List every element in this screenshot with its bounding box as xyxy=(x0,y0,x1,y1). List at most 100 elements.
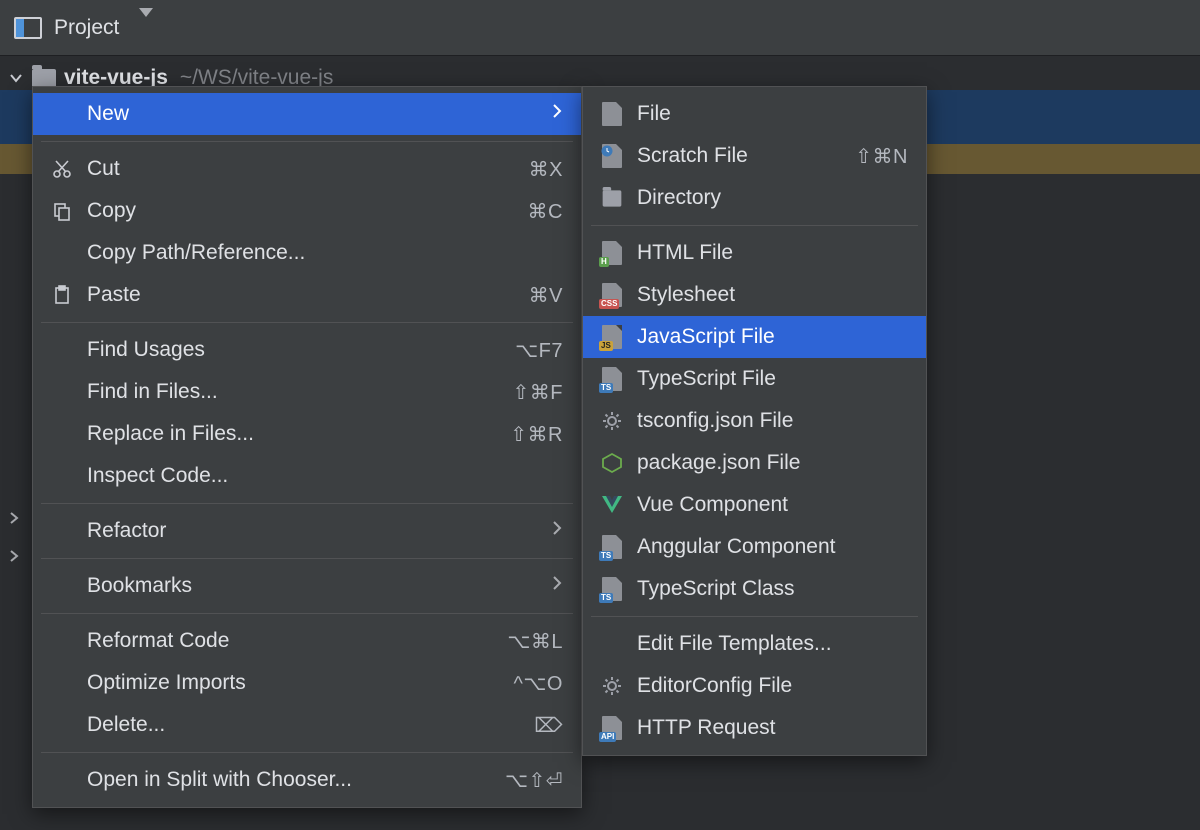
menu-label: Copy xyxy=(87,199,514,223)
project-tool-label[interactable]: Project xyxy=(54,16,119,40)
menu-item-find-usages[interactable]: Find Usages ⌥F7 xyxy=(33,329,581,371)
cut-icon xyxy=(51,158,73,180)
menu-label: Bookmarks xyxy=(87,574,537,598)
menu-label: TypeScript File xyxy=(637,367,908,391)
menu-item-inspect-code[interactable]: Inspect Code... xyxy=(33,455,581,497)
menu-label: Reformat Code xyxy=(87,629,493,653)
chevron-down-icon[interactable] xyxy=(8,70,24,86)
menu-label: Scratch File xyxy=(637,144,841,168)
menu-item-edit-templates[interactable]: Edit File Templates... xyxy=(583,623,926,665)
menu-item-new-stylesheet[interactable]: CSS Stylesheet xyxy=(583,274,926,316)
menu-item-refactor[interactable]: Refactor xyxy=(33,510,581,552)
menu-item-new-tsconfig[interactable]: tsconfig.json File xyxy=(583,400,926,442)
menu-label: EditorConfig File xyxy=(637,674,908,698)
menu-label: Edit File Templates... xyxy=(637,632,908,656)
spacer-icon xyxy=(51,520,73,542)
menu-separator xyxy=(41,322,573,323)
menu-shortcut: ⇧⌘R xyxy=(510,422,563,447)
menu-label: Vue Component xyxy=(637,493,908,517)
menu-separator xyxy=(41,752,573,753)
menu-item-new-html[interactable]: H HTML File xyxy=(583,232,926,274)
menu-label: Optimize Imports xyxy=(87,671,500,695)
menu-shortcut: ⌘X xyxy=(529,157,563,182)
menu-item-new[interactable]: New xyxy=(33,93,581,135)
gutter-fold-chevron[interactable] xyxy=(6,548,22,570)
menu-item-new-javascript[interactable]: JS JavaScript File xyxy=(583,316,926,358)
menu-separator xyxy=(591,225,918,226)
menu-label: Find Usages xyxy=(87,338,501,362)
folder-icon xyxy=(32,69,56,88)
menu-item-find-in-files[interactable]: Find in Files... ⇧⌘F xyxy=(33,371,581,413)
menu-label: Cut xyxy=(87,157,515,181)
menu-item-reformat-code[interactable]: Reformat Code ⌥⌘L xyxy=(33,620,581,662)
spacer-icon xyxy=(51,381,73,403)
menu-label: TypeScript Class xyxy=(637,577,908,601)
menu-shortcut: ⌘V xyxy=(529,283,563,308)
spacer-icon xyxy=(51,575,73,597)
menu-separator xyxy=(41,141,573,142)
menu-separator xyxy=(41,613,573,614)
spacer-icon xyxy=(51,423,73,445)
menu-shortcut: ^⌥O xyxy=(514,671,564,696)
ts-file-icon: TS xyxy=(601,536,623,558)
copy-icon xyxy=(51,200,73,222)
spacer-icon xyxy=(51,769,73,791)
menu-item-new-angular[interactable]: TS Anggular Component xyxy=(583,526,926,568)
menu-item-new-file[interactable]: File xyxy=(583,93,926,135)
menu-item-optimize-imports[interactable]: Optimize Imports ^⌥O xyxy=(33,662,581,704)
menu-item-new-editorconfig[interactable]: EditorConfig File xyxy=(583,665,926,707)
menu-shortcut: ⇧⌘F xyxy=(513,380,563,405)
spacer-icon xyxy=(51,672,73,694)
ts-file-icon: TS xyxy=(601,368,623,390)
vue-icon xyxy=(601,494,623,516)
folder-icon xyxy=(601,187,623,209)
menu-item-new-ts-class[interactable]: TS TypeScript Class xyxy=(583,568,926,610)
spacer-icon xyxy=(601,633,623,655)
menu-label: HTML File xyxy=(637,241,908,265)
menu-item-copy[interactable]: Copy ⌘C xyxy=(33,190,581,232)
html-file-icon: H xyxy=(601,242,623,264)
menu-label: Copy Path/Reference... xyxy=(87,241,563,265)
project-context-menu: New Cut ⌘X Copy ⌘C Copy Path/Reference..… xyxy=(32,86,582,808)
menu-label: Refactor xyxy=(87,519,537,543)
menu-separator xyxy=(591,616,918,617)
menu-item-open-split[interactable]: Open in Split with Chooser... ⌥⇧⏎ xyxy=(33,759,581,801)
menu-item-new-scratch[interactable]: Scratch File ⇧⌘N xyxy=(583,135,926,177)
css-file-icon: CSS xyxy=(601,284,623,306)
project-dropdown[interactable] xyxy=(139,17,153,39)
menu-shortcut: ⌘C xyxy=(528,199,563,224)
menu-label: File xyxy=(637,102,908,126)
chevron-right-icon xyxy=(551,520,563,542)
menu-label: Stylesheet xyxy=(637,283,908,307)
paste-icon xyxy=(51,284,73,306)
chevron-down-icon xyxy=(139,8,153,38)
menu-label: Anggular Component xyxy=(637,535,908,559)
menu-item-new-package-json[interactable]: package.json File xyxy=(583,442,926,484)
menu-item-paste[interactable]: Paste ⌘V xyxy=(33,274,581,316)
menu-label: Open in Split with Chooser... xyxy=(87,768,491,792)
new-file-submenu: File Scratch File ⇧⌘N Directory H HTML F… xyxy=(582,86,927,756)
spacer-icon xyxy=(51,714,73,736)
gutter-fold-chevron[interactable] xyxy=(6,510,22,532)
gear-icon xyxy=(601,675,623,697)
menu-item-cut[interactable]: Cut ⌘X xyxy=(33,148,581,190)
menu-item-copy-path[interactable]: Copy Path/Reference... xyxy=(33,232,581,274)
ts-file-icon: TS xyxy=(601,578,623,600)
spacer-icon xyxy=(51,465,73,487)
menu-item-new-typescript[interactable]: TS TypeScript File xyxy=(583,358,926,400)
menu-item-new-vue[interactable]: Vue Component xyxy=(583,484,926,526)
menu-item-new-http-request[interactable]: API HTTP Request xyxy=(583,707,926,749)
file-icon xyxy=(601,103,623,125)
chevron-right-icon xyxy=(551,103,563,125)
menu-shortcut: ⌥F7 xyxy=(515,338,563,363)
menu-label: Directory xyxy=(637,186,908,210)
menu-item-replace-in-files[interactable]: Replace in Files... ⇧⌘R xyxy=(33,413,581,455)
menu-shortcut: ⇧⌘N xyxy=(855,144,908,169)
menu-item-bookmarks[interactable]: Bookmarks xyxy=(33,565,581,607)
menu-item-delete[interactable]: Delete... ⌦ xyxy=(33,704,581,746)
scratch-file-icon xyxy=(601,145,623,167)
menu-label: Delete... xyxy=(87,713,520,737)
spacer-icon xyxy=(51,630,73,652)
menu-item-new-directory[interactable]: Directory xyxy=(583,177,926,219)
menu-label: HTTP Request xyxy=(637,716,908,740)
